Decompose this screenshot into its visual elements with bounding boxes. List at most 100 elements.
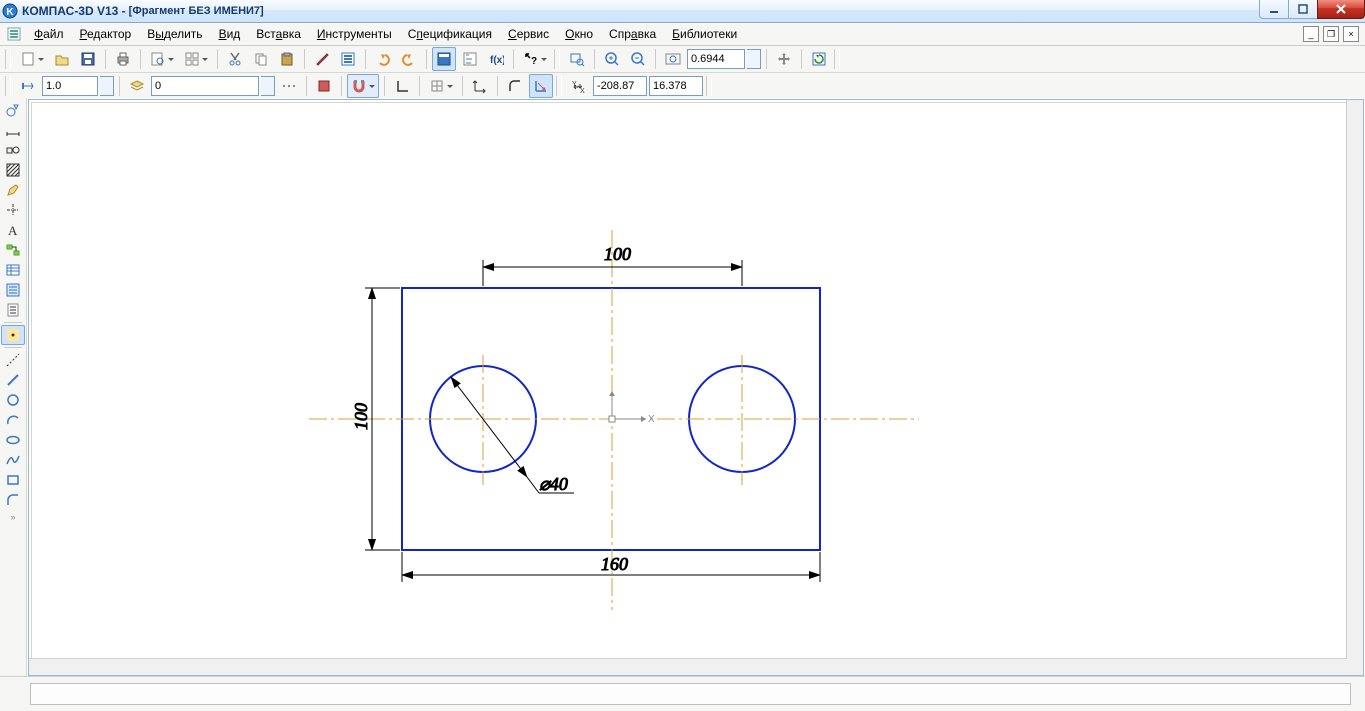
menu-file[interactable]: Файл (26, 25, 72, 43)
document-title: [Фрагмент БЕЗ ИМЕНИ7] (129, 5, 264, 17)
local-cs-button[interactable] (468, 74, 492, 98)
workspace: A » (0, 98, 1365, 677)
paste-button[interactable] (275, 47, 299, 71)
properties-button[interactable] (336, 47, 360, 71)
tree-button[interactable] (458, 47, 482, 71)
manager-button[interactable] (432, 47, 456, 71)
grid-button[interactable] (425, 74, 457, 98)
new-button[interactable] (16, 47, 48, 71)
mdi-restore[interactable]: ❐ (1323, 26, 1339, 42)
menu-select[interactable]: Выделить (139, 25, 210, 43)
circle-tool[interactable] (1, 390, 25, 410)
zoom-fit-button[interactable] (661, 47, 685, 71)
menu-libraries[interactable]: Библиотеки (664, 25, 745, 43)
refresh-button[interactable] (807, 47, 831, 71)
close-button[interactable] (1317, 0, 1365, 19)
param-button[interactable] (529, 74, 553, 98)
menu-editor[interactable]: Редактор (72, 25, 140, 43)
vertical-toolbox: A » (0, 98, 27, 677)
hatch-tool[interactable] (1, 160, 25, 180)
save-button[interactable] (76, 47, 100, 71)
drawing-mgr-button[interactable] (180, 47, 212, 71)
toolbar-grip[interactable] (556, 76, 562, 96)
minimize-button[interactable] (1259, 0, 1289, 19)
zoom-input[interactable] (687, 49, 745, 69)
app-title: КОМПАС-3D V13 - (22, 4, 126, 18)
menu-service[interactable]: Сервис (500, 25, 557, 43)
copy-button[interactable] (249, 47, 273, 71)
layer-button[interactable] (125, 74, 149, 98)
menu-insert[interactable]: Вставка (248, 25, 309, 43)
line-scale-input[interactable] (42, 76, 98, 96)
snap-toggle-button[interactable] (347, 74, 379, 98)
style-input[interactable] (151, 76, 259, 96)
menu-file-label: айл (43, 27, 63, 41)
round-button[interactable] (503, 74, 527, 98)
canvas[interactable]: 100 100 160 ⌀40 X (28, 99, 1364, 676)
brush-button[interactable] (310, 47, 334, 71)
arc-tool[interactable] (1, 410, 25, 430)
style-more-button[interactable] (277, 74, 301, 98)
dimension-tool[interactable] (1, 120, 25, 140)
help-context-button[interactable]: ? (519, 47, 551, 71)
scrollbar-horizontal[interactable] (29, 658, 1347, 675)
svg-text:f(x): f(x) (490, 55, 504, 66)
redo-button[interactable] (397, 47, 421, 71)
link-tool[interactable] (1, 240, 25, 260)
symbol-tool[interactable] (1, 140, 25, 160)
line-tool[interactable] (1, 370, 25, 390)
svg-text:K: K (6, 7, 14, 18)
cut-button[interactable] (223, 47, 247, 71)
spline-tool[interactable] (1, 450, 25, 470)
toolbar-grip[interactable] (554, 49, 560, 69)
stop-button[interactable] (312, 74, 336, 98)
edit-tool[interactable] (1, 180, 25, 200)
app-menu-icon[interactable] (2, 22, 26, 46)
mdi-close[interactable]: × (1343, 26, 1359, 42)
zoom-out-button[interactable] (626, 47, 650, 71)
rect-tool[interactable] (1, 470, 25, 490)
coord-x-input[interactable] (593, 76, 647, 96)
scrollbar-vertical[interactable] (1346, 100, 1363, 659)
style-dropdown[interactable] (261, 76, 275, 96)
toolbar-grip[interactable] (834, 49, 840, 69)
svg-text:?: ? (531, 56, 537, 67)
fillet-tool[interactable] (1, 490, 25, 510)
report-tool[interactable] (1, 300, 25, 320)
toolbar-grip[interactable] (5, 49, 11, 69)
step-button[interactable] (16, 74, 40, 98)
aux-line-tool[interactable] (1, 350, 25, 370)
menu-window[interactable]: Окно (557, 25, 601, 43)
zoom-dropdown[interactable] (747, 49, 761, 69)
spec-tool[interactable] (1, 280, 25, 300)
text-tool[interactable]: A (1, 220, 25, 240)
ortho-button[interactable] (390, 74, 414, 98)
table-tool[interactable] (1, 260, 25, 280)
undo-button[interactable] (371, 47, 395, 71)
maximize-button[interactable] (1288, 0, 1318, 19)
more-tools-chevron[interactable]: » (10, 512, 15, 522)
toolbar-grip[interactable] (706, 76, 712, 96)
pan-button[interactable] (772, 47, 796, 71)
open-button[interactable] (50, 47, 74, 71)
status-panel (30, 683, 1351, 705)
menu-tools[interactable]: Инструменты (309, 25, 400, 43)
ellipse-tool[interactable] (1, 430, 25, 450)
toolbar-grip[interactable] (5, 76, 11, 96)
variables-button[interactable]: f(x) (484, 47, 508, 71)
zoom-in-button[interactable] (600, 47, 624, 71)
print-button[interactable] (111, 47, 135, 71)
coord-y-input[interactable] (649, 76, 703, 96)
menu-help[interactable]: Справка (601, 25, 664, 43)
geometry-tool[interactable] (1, 100, 25, 120)
zoom-window-button[interactable] (565, 47, 589, 71)
scroll-corner (1347, 659, 1363, 675)
point-tool[interactable] (1, 325, 25, 345)
menu-view[interactable]: Вид (211, 25, 249, 43)
axis-tool[interactable] (1, 200, 25, 220)
mdi-minimize[interactable]: _ (1303, 26, 1319, 42)
line-scale-dropdown[interactable] (100, 76, 114, 96)
menu-spec[interactable]: Спецификация (400, 25, 500, 43)
mdi-controls: _ ❐ × (1303, 26, 1359, 42)
preview-button[interactable] (146, 47, 178, 71)
